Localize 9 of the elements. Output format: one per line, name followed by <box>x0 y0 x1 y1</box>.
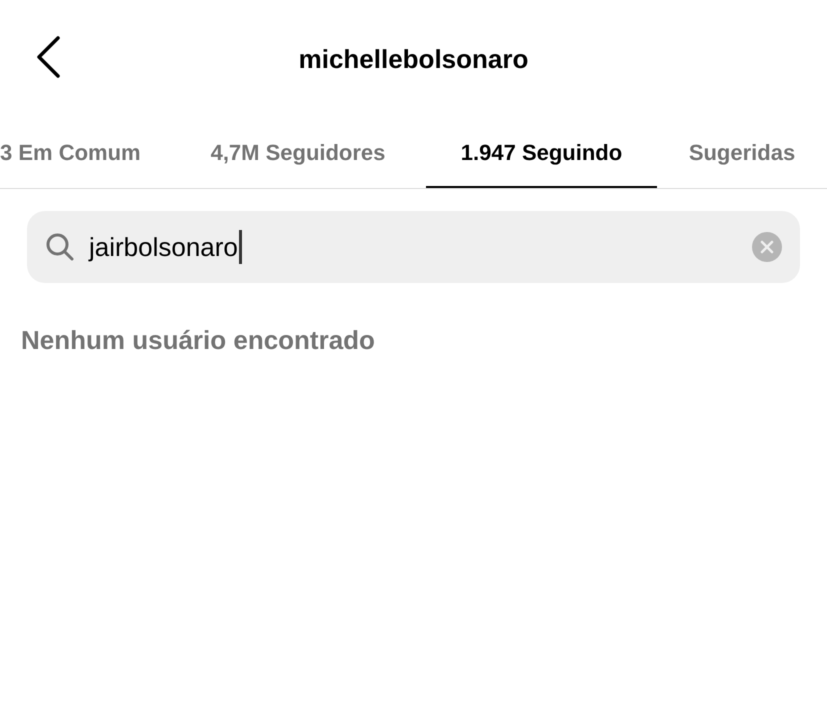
tab[interactable]: 4,7M Seguidores <box>170 118 426 188</box>
profile-title: michellebolsonaro <box>298 42 528 76</box>
search-icon <box>45 232 75 262</box>
empty-message: Nenhum usuário encontrado <box>21 325 375 355</box>
tab[interactable]: Sugeridas <box>657 118 827 188</box>
tab[interactable]: 3 Em Comum <box>0 118 170 188</box>
back-icon <box>34 34 62 80</box>
search-field[interactable]: jairbolsonaro <box>27 211 800 283</box>
tab[interactable]: 1.947 Seguindo <box>426 118 657 188</box>
